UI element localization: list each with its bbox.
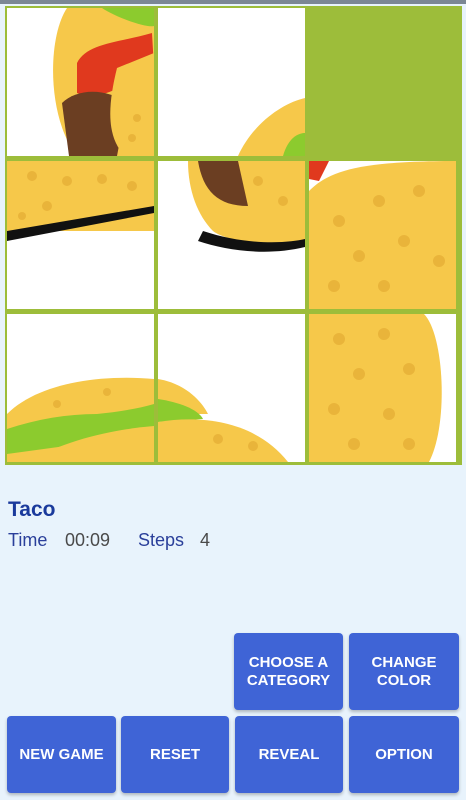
new-game-button[interactable]: NEW GAME [7, 716, 116, 793]
puzzle-tile[interactable] [7, 8, 154, 156]
time-label: Time [8, 530, 48, 550]
option-button[interactable]: OPTION [349, 716, 459, 793]
change-color-button[interactable]: CHANGE COLOR [349, 633, 459, 710]
puzzle-tile[interactable] [158, 8, 305, 156]
empty-slot [309, 8, 456, 156]
choose-category-button[interactable]: CHOOSE A CATEGORY [234, 633, 343, 710]
steps-value: 4 [200, 530, 211, 550]
status-bar-strip [0, 0, 466, 4]
puzzle-tile[interactable] [309, 161, 456, 309]
steps-label: Steps [138, 530, 185, 550]
puzzle-tile[interactable] [309, 314, 456, 462]
puzzle-tile[interactable] [7, 161, 154, 309]
reveal-button[interactable]: REVEAL [235, 716, 343, 793]
puzzle-tile[interactable] [158, 161, 305, 309]
reset-button[interactable]: RESET [121, 716, 229, 793]
puzzle-tile[interactable] [158, 314, 305, 462]
puzzle-tile[interactable] [7, 314, 154, 462]
puzzle-title: Taco [8, 498, 56, 521]
time-value: 00:09 [65, 530, 111, 550]
puzzle-board [5, 6, 462, 465]
